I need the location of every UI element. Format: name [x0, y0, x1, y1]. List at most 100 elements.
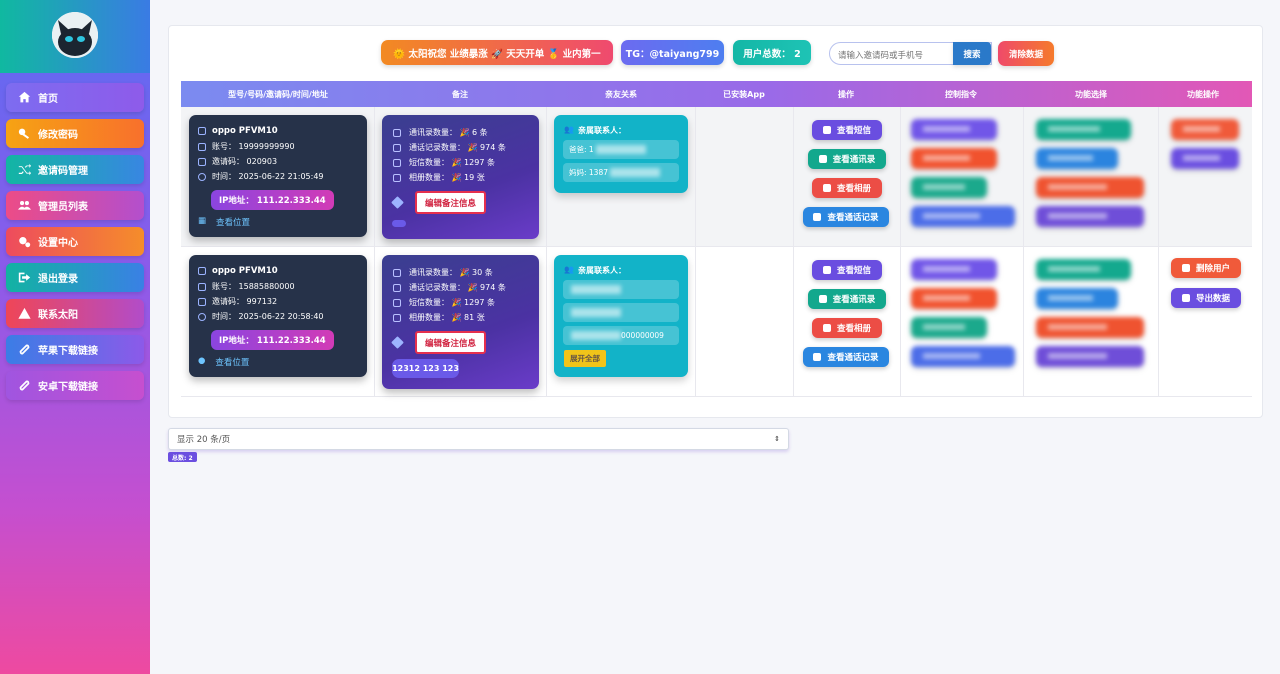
relative-item — [563, 303, 679, 322]
sidebar-item[interactable]: 首页 — [6, 83, 144, 112]
sidebar-item[interactable]: 邀请码管理 — [6, 155, 144, 184]
edit-note-button[interactable]: 编辑备注信息 — [415, 191, 487, 214]
sidebar-item[interactable]: 修改密码 — [6, 119, 144, 148]
note-tag: 12312 123 123 — [392, 359, 459, 378]
view-album-label: 查看相册 — [836, 184, 871, 194]
device-account: 账号： 15885880000 — [212, 282, 295, 291]
sidebar-item[interactable]: 管理员列表 — [6, 191, 144, 220]
control-command-button[interactable] — [911, 119, 997, 140]
control-command-button[interactable] — [911, 259, 997, 280]
search-button[interactable]: 搜索 — [953, 42, 991, 65]
page-size-select[interactable]: 显示 20 条/页 ⇕ — [168, 428, 789, 450]
clock-icon — [198, 312, 206, 321]
album-icon — [393, 173, 401, 182]
function-select-button[interactable] — [1036, 259, 1131, 280]
device-card: oppo PFVM10 账号： 15885880000 邀请码： 997132 … — [189, 255, 367, 377]
control-command-button[interactable] — [911, 206, 1015, 227]
control-command-button[interactable] — [911, 346, 1015, 367]
export-data-button[interactable] — [1171, 148, 1239, 169]
expand-all-button[interactable]: 展开全部 — [564, 350, 606, 367]
pencil-icon — [391, 196, 404, 209]
device-model: oppo PFVM10 — [212, 266, 278, 276]
function-select-button[interactable] — [1036, 206, 1144, 227]
logout-icon — [18, 271, 31, 284]
key-icon — [18, 127, 31, 140]
relatives-card: 👥 亲属联系人： 爸爸: 1 妈妈: 1387 — [554, 115, 688, 193]
view-location-link[interactable]: ▦ 查看位置 — [198, 216, 250, 228]
sidebar-item[interactable]: 苹果下载链接 — [6, 335, 144, 364]
device-model: oppo PFVM10 — [212, 126, 278, 136]
phone-icon — [198, 127, 206, 135]
function-select-button[interactable] — [1036, 148, 1118, 169]
view-location-link[interactable]: ● 查看位置 — [198, 356, 249, 368]
delete-user-button[interactable] — [1171, 119, 1239, 140]
stat-call-logs: 通话记录数量： 🎉 974 条 — [409, 283, 506, 292]
sidebar-item-label: 修改密码 — [38, 130, 78, 141]
edit-note-button[interactable]: 编辑备注信息 — [415, 331, 487, 354]
device-invite-code: 邀请码： 020903 — [212, 157, 278, 166]
view-contacts-label: 查看通讯录 — [832, 295, 876, 305]
control-command-button[interactable] — [911, 317, 987, 338]
col-header-functions: 功能选择 — [1075, 90, 1107, 99]
users-icon: 👥 — [564, 265, 574, 274]
sidebar-item[interactable]: 设置中心 — [6, 227, 144, 256]
view-call-logs-button[interactable]: 查看通话记录 — [803, 207, 889, 227]
col-header-apps: 已安装App — [723, 90, 765, 99]
user-total-badge: 用户总数： 2 — [733, 40, 811, 65]
view-sms-label: 查看短信 — [836, 266, 871, 276]
ip-address-button[interactable]: IP地址： 111.22.333.44 — [211, 190, 334, 210]
control-command-button[interactable] — [911, 148, 997, 169]
stat-call-logs: 通话记录数量： 🎉 974 条 — [409, 143, 506, 152]
relatives-title: 👥 亲属联系人： — [564, 125, 626, 136]
view-sms-button[interactable]: 查看短信 — [812, 260, 882, 280]
envelope-icon — [198, 297, 206, 306]
call-log-icon — [393, 143, 401, 152]
control-command-button[interactable] — [911, 288, 997, 309]
view-contacts-button[interactable]: 查看通讯录 — [808, 289, 886, 309]
sidebar-item[interactable]: 退出登录 — [6, 263, 144, 292]
users-icon — [18, 199, 31, 212]
view-contacts-label: 查看通讯录 — [832, 155, 876, 165]
view-album-button[interactable]: 查看相册 — [812, 318, 882, 338]
device-time: 时间： 2025-06-22 21:05:49 — [212, 172, 324, 181]
sidebar-item-label: 首页 — [38, 94, 58, 105]
function-select-button[interactable] — [1036, 119, 1131, 140]
sidebar-item[interactable]: 联系太阳 — [6, 299, 144, 328]
table-row: oppo PFVM10 账号： 15885880000 邀请码： 997132 … — [181, 247, 1252, 397]
view-call-logs-label: 查看通话记录 — [827, 213, 879, 223]
delete-user-button[interactable]: 删除用户 — [1171, 258, 1241, 278]
view-sms-button[interactable]: 查看短信 — [812, 120, 882, 140]
view-call-logs-button[interactable]: 查看通话记录 — [803, 347, 889, 367]
relative-item: 000000009 — [563, 326, 679, 345]
view-album-button[interactable]: 查看相册 — [812, 178, 882, 198]
ip-address-button[interactable]: IP地址： 111.22.333.44 — [211, 330, 334, 350]
view-sms-label: 查看短信 — [836, 126, 871, 136]
user-icon — [198, 142, 206, 151]
tg-badge[interactable]: TG：@taiyang799 — [621, 40, 724, 65]
pencil-icon — [391, 336, 404, 349]
device-invite-code: 邀请码： 997132 — [212, 297, 278, 306]
function-select-button[interactable] — [1036, 288, 1118, 309]
sidebar-item[interactable]: 安卓下载链接 — [6, 371, 144, 400]
stat-contacts: 通讯录数量： 🎉 6 条 — [409, 128, 488, 137]
col-header-function-ops: 功能操作 — [1187, 90, 1219, 99]
view-location-label: 查看位置 — [215, 358, 250, 368]
sidebar-item-label: 苹果下载链接 — [38, 346, 98, 357]
view-contacts-button[interactable]: 查看通讯录 — [808, 149, 886, 169]
control-command-button[interactable] — [911, 177, 987, 198]
function-select-button[interactable] — [1036, 317, 1144, 338]
device-account: 账号： 19999999990 — [212, 142, 295, 151]
user-icon — [198, 282, 206, 291]
export-data-button[interactable]: 导出数据 — [1171, 288, 1241, 308]
stat-album: 相册数量： 🎉 19 张 — [409, 173, 485, 182]
album-icon — [393, 313, 401, 322]
clear-data-button[interactable]: 清除数据 — [998, 41, 1054, 66]
clock-icon — [198, 172, 206, 181]
function-select-button[interactable] — [1036, 177, 1144, 198]
device-card: oppo PFVM10 账号： 19999999990 邀请码： 020903 … — [189, 115, 367, 237]
sidebar-header — [0, 0, 150, 73]
relatives-title-label: 亲属联系人： — [577, 266, 626, 275]
function-select-button[interactable] — [1036, 346, 1144, 367]
slogan-banner: 🌞 太阳祝您 业绩暴涨 🚀 天天开单 🥇 业内第一 — [381, 40, 613, 65]
phone-icon — [198, 267, 206, 275]
